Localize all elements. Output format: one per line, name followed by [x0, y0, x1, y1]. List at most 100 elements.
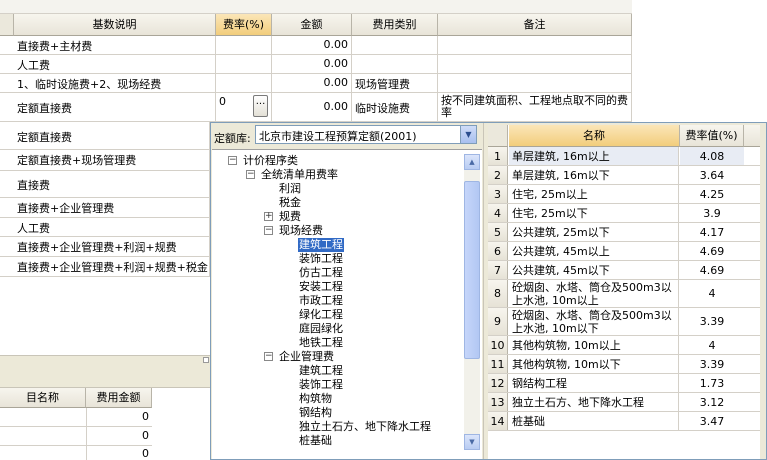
- library-select[interactable]: 北京市建设工程预算定额(2001) ▼: [255, 125, 477, 144]
- tree-item-label[interactable]: 构筑物: [298, 392, 333, 406]
- cell-rate[interactable]: [216, 55, 272, 73]
- cell-base[interactable]: 直接费+企业管理费: [14, 198, 210, 217]
- tree-item-label[interactable]: 装饰工程: [298, 252, 344, 266]
- rate-value[interactable]: 3.39: [680, 355, 744, 373]
- rate-row[interactable]: 13 独立土石方、地下降水工程 3.12: [488, 393, 760, 412]
- tree-item[interactable]: 仿古工程: [212, 266, 462, 280]
- rate-value[interactable]: 4: [680, 280, 744, 307]
- rate-name[interactable]: 桩基础: [509, 412, 679, 430]
- rate-row[interactable]: 12 钢结构工程 1.73: [488, 374, 760, 393]
- rate-value[interactable]: 4: [680, 336, 744, 354]
- tree-item-label[interactable]: 绿化工程: [298, 308, 344, 322]
- tree-item-label[interactable]: 利润: [278, 182, 302, 196]
- bottom-grid-row[interactable]: 0: [0, 446, 152, 460]
- cell-base[interactable]: 1、临时设施费+2、现场经费: [14, 74, 216, 92]
- rate-row[interactable]: 3 住宅, 25m以上 4.25: [488, 185, 760, 204]
- category-tree[interactable]: − 计价程序类 − 全统清单用费率 利润 税金 + 规费 − 现场经费 建筑工程 装饰工程 仿古工程 安装…: [212, 149, 482, 459]
- panel-splitter[interactable]: [0, 355, 210, 388]
- rate-row[interactable]: 8 砼烟囱、水塔、筒仓及500m3以上水池, 10m以上 4: [488, 280, 760, 308]
- rate-row[interactable]: 4 住宅, 25m以下 3.9: [488, 204, 760, 223]
- scroll-down-arrow-icon[interactable]: ▼: [464, 434, 480, 450]
- tree-item[interactable]: 构筑物: [212, 392, 462, 406]
- table-row[interactable]: 直接费+主材费 0.00: [0, 36, 632, 55]
- panel-divider[interactable]: [483, 123, 487, 459]
- cell-base[interactable]: 定额直接费: [14, 122, 210, 149]
- rate-name[interactable]: 单层建筑, 16m以上: [509, 147, 679, 165]
- tree-item[interactable]: 地铁工程: [212, 336, 462, 350]
- col-header-name[interactable]: 名称: [509, 125, 680, 147]
- scroll-up-arrow-icon[interactable]: ▲: [464, 154, 480, 170]
- rate-value[interactable]: 3.64: [680, 166, 744, 184]
- rate-input[interactable]: 0: [219, 95, 226, 108]
- tree-scrollbar[interactable]: ▲ ▼: [464, 154, 480, 450]
- tree-item-label[interactable]: 庭园绿化: [298, 322, 344, 336]
- rate-value[interactable]: 3.12: [680, 393, 744, 411]
- rate-name[interactable]: 住宅, 25m以上: [509, 185, 679, 203]
- tree-item-label[interactable]: 钢结构: [298, 406, 333, 420]
- cell-note[interactable]: [438, 36, 632, 54]
- cell-category[interactable]: 临时设施费: [352, 93, 438, 121]
- tree-item-label[interactable]: 建筑工程: [298, 364, 344, 378]
- rate-name[interactable]: 单层建筑, 16m以下: [509, 166, 679, 184]
- rate-row[interactable]: 7 公共建筑, 45m以下 4.69: [488, 261, 760, 280]
- cell-category[interactable]: [352, 55, 438, 73]
- tree-item[interactable]: 绿化工程: [212, 308, 462, 322]
- tree-item[interactable]: 建筑工程: [212, 238, 462, 252]
- expand-icon[interactable]: +: [264, 212, 273, 221]
- cell-rate-editing[interactable]: 0 ···: [216, 93, 272, 121]
- rate-name[interactable]: 砼烟囱、水塔、筒仓及500m3以上水池, 10m以上: [509, 280, 679, 307]
- tree-item-label[interactable]: 仿古工程: [298, 266, 344, 280]
- cell-base[interactable]: 人工费: [14, 55, 216, 73]
- cell-category[interactable]: 现场管理费: [352, 74, 438, 92]
- rate-row[interactable]: 14 桩基础 3.47: [488, 412, 760, 431]
- rate-name[interactable]: 公共建筑, 45m以下: [509, 261, 679, 279]
- rate-value[interactable]: 4.08: [680, 147, 744, 165]
- rate-row[interactable]: 10 其他构筑物, 10m以上 4: [488, 336, 760, 355]
- tree-item-label[interactable]: 装饰工程: [298, 378, 344, 392]
- cell-note[interactable]: [438, 55, 632, 73]
- tree-item[interactable]: 钢结构: [212, 406, 462, 420]
- rate-name[interactable]: 住宅, 25m以下: [509, 204, 679, 222]
- rate-value[interactable]: 4.69: [680, 242, 744, 260]
- tree-item[interactable]: − 现场经费: [212, 224, 462, 238]
- splitter-handle[interactable]: [203, 357, 209, 363]
- tree-item[interactable]: 建筑工程: [212, 364, 462, 378]
- tree-item[interactable]: 利润: [212, 182, 462, 196]
- cell-base[interactable]: 直接费: [14, 171, 210, 197]
- cell-base[interactable]: 定额直接费: [14, 93, 216, 121]
- cell-rate[interactable]: [216, 74, 272, 92]
- collapse-icon[interactable]: −: [264, 226, 273, 235]
- tree-item-label[interactable]: 独立土石方、地下降水工程: [298, 420, 432, 434]
- rate-name[interactable]: 公共建筑, 25m以下: [509, 223, 679, 241]
- collapse-icon[interactable]: −: [228, 156, 237, 165]
- tree-item[interactable]: 装饰工程: [212, 252, 462, 266]
- tree-item-label[interactable]: 桩基础: [298, 434, 333, 448]
- tree-item-label[interactable]: 规费: [278, 210, 302, 224]
- rate-row[interactable]: 5 公共建筑, 25m以下 4.17: [488, 223, 760, 242]
- tree-item-label[interactable]: 现场经费: [278, 224, 324, 238]
- tree-item[interactable]: 独立土石方、地下降水工程: [212, 420, 462, 434]
- tree-item[interactable]: − 企业管理费: [212, 350, 462, 364]
- cell-rate[interactable]: [216, 36, 272, 54]
- rate-name[interactable]: 钢结构工程: [509, 374, 679, 392]
- tree-item-label[interactable]: 税金: [278, 196, 302, 210]
- tree-item[interactable]: 庭园绿化: [212, 322, 462, 336]
- rate-name[interactable]: 公共建筑, 45m以上: [509, 242, 679, 260]
- rate-value[interactable]: 1.73: [680, 374, 744, 392]
- rate-row[interactable]: 6 公共建筑, 45m以上 4.69: [488, 242, 760, 261]
- tree-item-label[interactable]: 全统清单用费率: [260, 168, 339, 182]
- col-header-rate[interactable]: 费率(%): [216, 14, 272, 36]
- cell-base[interactable]: 直接费+主材费: [14, 36, 216, 54]
- rate-value[interactable]: 4.25: [680, 185, 744, 203]
- rate-name[interactable]: 其他构筑物, 10m以下: [509, 355, 679, 373]
- cell-note[interactable]: 按不同建筑面积、工程地点取不同的费率: [438, 93, 632, 121]
- rate-row[interactable]: 2 单层建筑, 16m以下 3.64: [488, 166, 760, 185]
- table-row[interactable]: 人工费 0.00: [0, 55, 632, 74]
- table-row[interactable]: 1、临时设施费+2、现场经费 0.00 现场管理费: [0, 74, 632, 93]
- rate-value[interactable]: 3.47: [680, 412, 744, 430]
- bottom-grid-row[interactable]: 0: [0, 427, 152, 446]
- tree-item-label[interactable]: 市政工程: [298, 294, 344, 308]
- rate-row[interactable]: 1 单层建筑, 16m以上 4.08: [488, 147, 760, 166]
- rate-row[interactable]: 11 其他构筑物, 10m以下 3.39: [488, 355, 760, 374]
- cell-base[interactable]: 直接费+企业管理费+利润+规费+税金: [14, 257, 210, 276]
